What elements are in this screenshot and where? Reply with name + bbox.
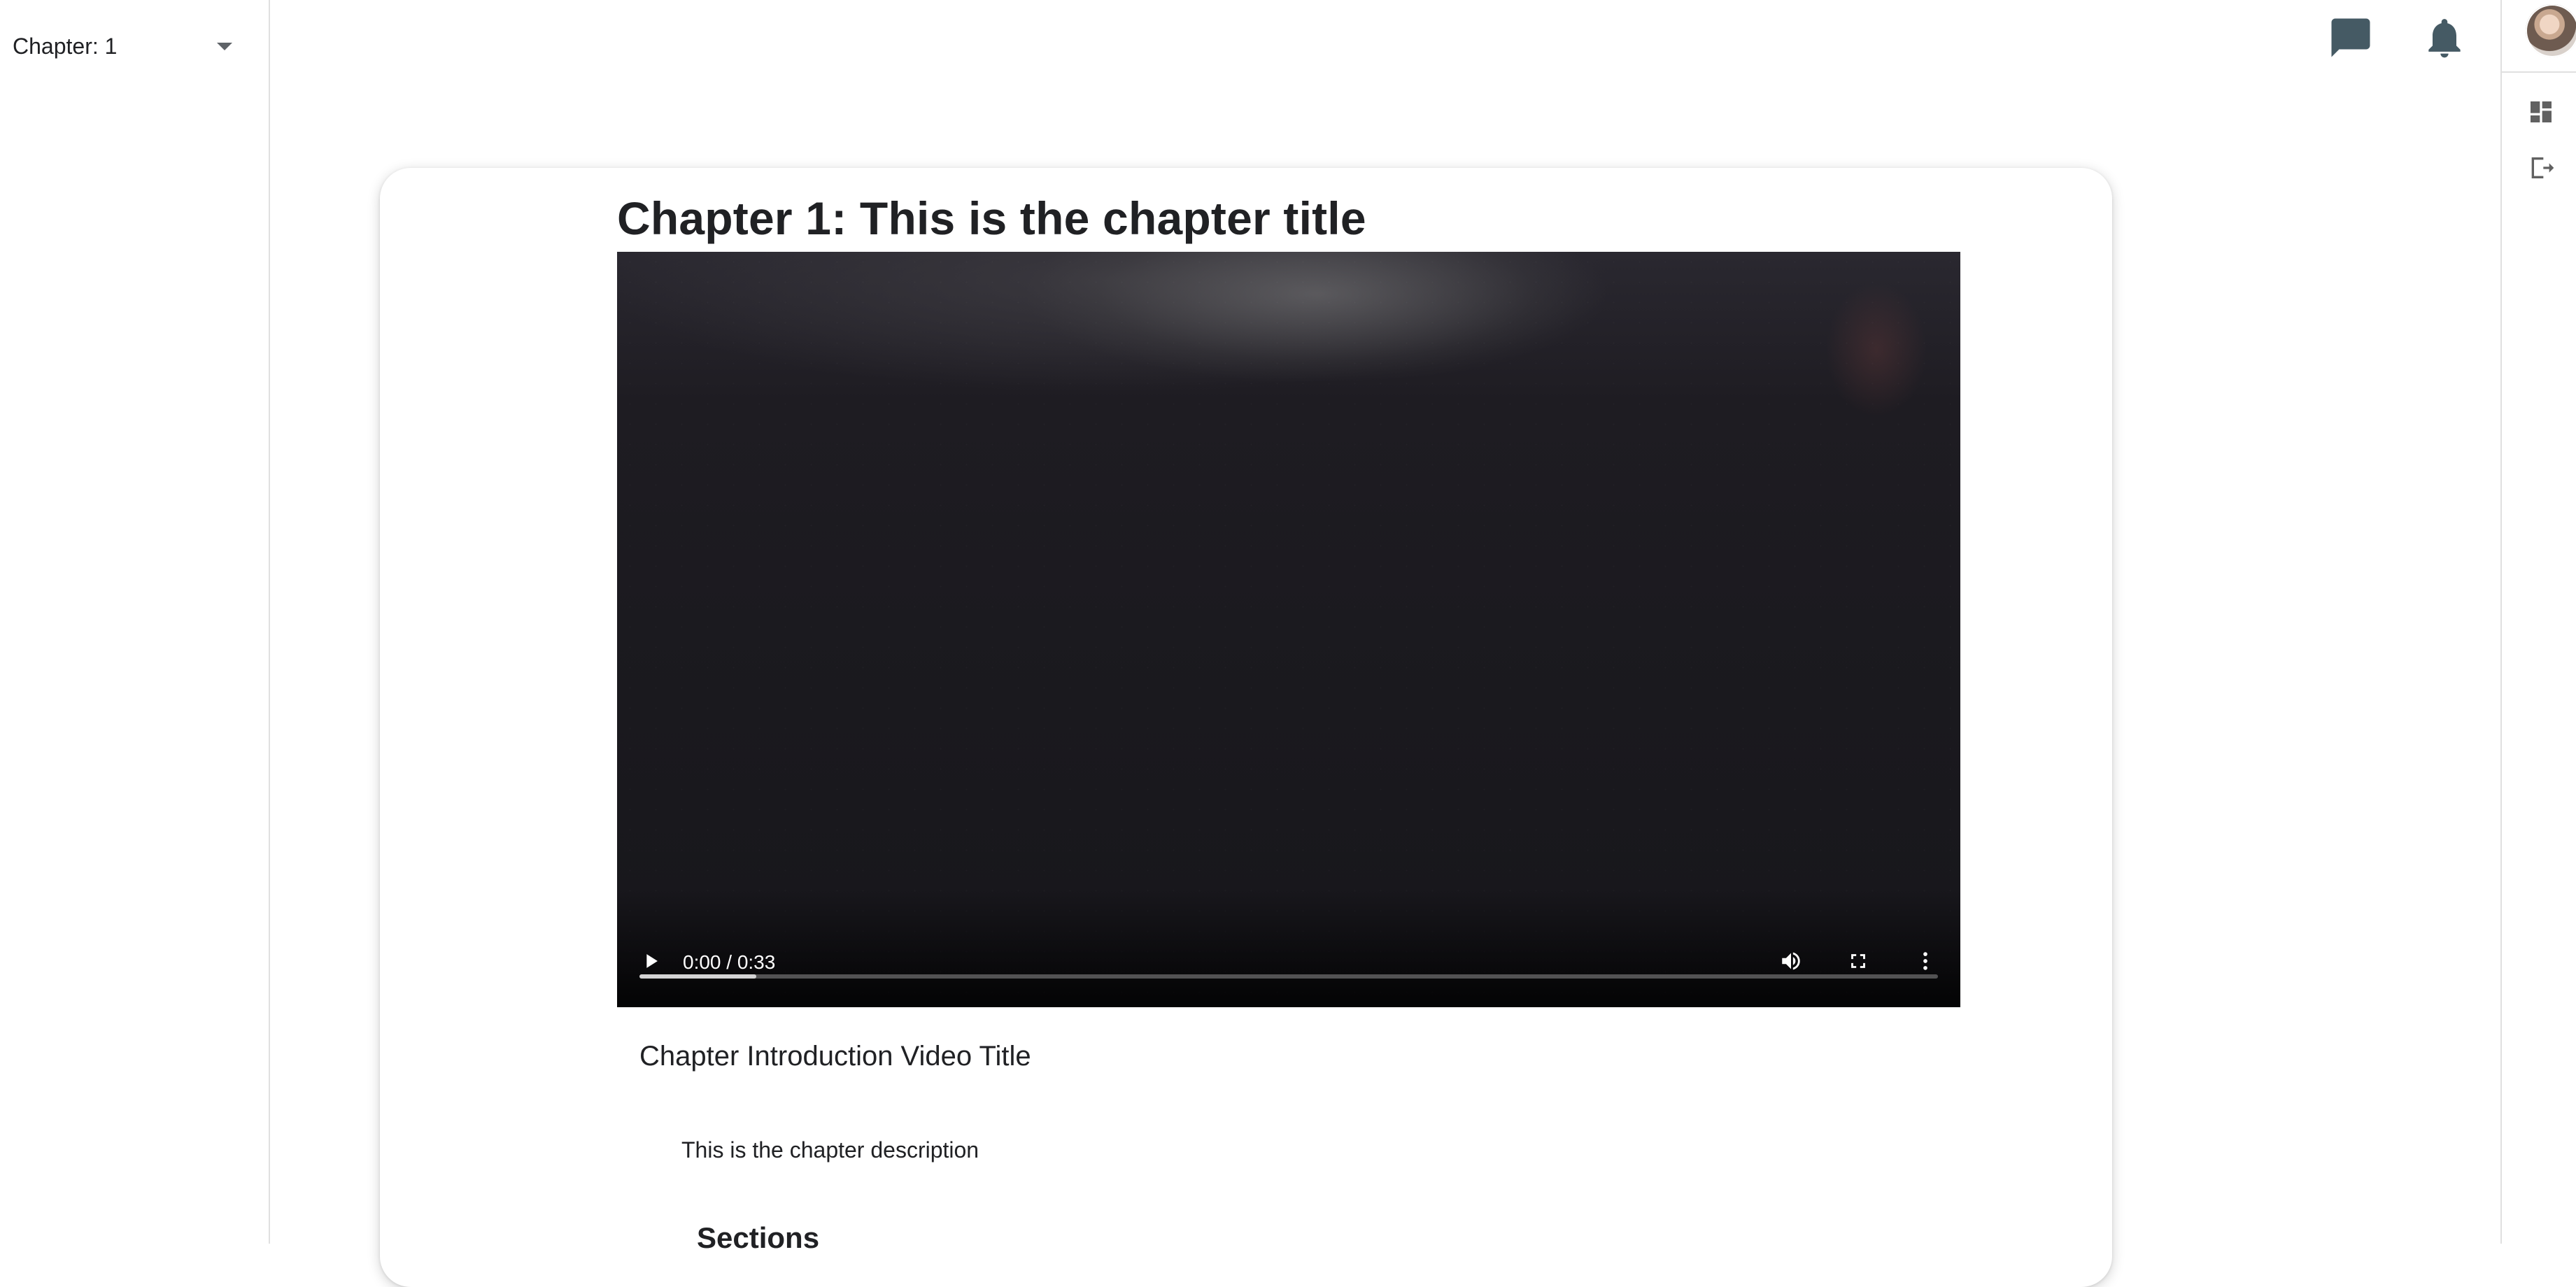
- more-options-button[interactable]: [1909, 944, 1942, 978]
- chapter-select-label: Chapter: 1: [13, 33, 118, 59]
- avatar[interactable]: [2526, 4, 2576, 57]
- dashboard-button[interactable]: [2527, 98, 2555, 126]
- chapter-description: This is the chapter description: [681, 1137, 979, 1162]
- dashboard-icon: [2531, 101, 2552, 122]
- video-player[interactable]: 0:00 / 0:33: [617, 252, 1960, 1007]
- notifications-button[interactable]: [2419, 13, 2470, 63]
- video-time-display: 0:00 / 0:33: [683, 951, 776, 973]
- chapter-title: Chapter 1: This is the chapter title: [617, 192, 1366, 244]
- fullscreen-icon: [1851, 954, 1865, 968]
- volume-icon: [1782, 952, 1800, 970]
- logout-icon: [2531, 157, 2554, 178]
- video-title: Chapter Introduction Video Title: [639, 1041, 1031, 1072]
- logout-button[interactable]: [2527, 154, 2555, 182]
- left-sidebar: Chapter: 1: [0, 0, 270, 1244]
- chevron-down-icon: [217, 42, 232, 50]
- chapter-select[interactable]: Chapter: 1: [13, 27, 236, 66]
- play-button[interactable]: [634, 944, 667, 978]
- play-icon: [646, 954, 658, 968]
- fullscreen-button[interactable]: [1841, 944, 1875, 978]
- more-vertical-icon: [1923, 952, 1927, 970]
- volume-button[interactable]: [1774, 944, 1808, 978]
- sections-heading: Sections: [697, 1221, 820, 1254]
- chat-icon: [2331, 18, 2370, 57]
- video-progress-bar[interactable]: [639, 974, 1938, 979]
- video-buffered-bar: [639, 974, 757, 979]
- video-controls-overlay: [617, 888, 1960, 1007]
- right-rail: [2500, 0, 2576, 1244]
- chat-button[interactable]: [2326, 13, 2376, 63]
- rail-divider: [2502, 71, 2576, 73]
- notification-bell-icon: [2428, 19, 2461, 58]
